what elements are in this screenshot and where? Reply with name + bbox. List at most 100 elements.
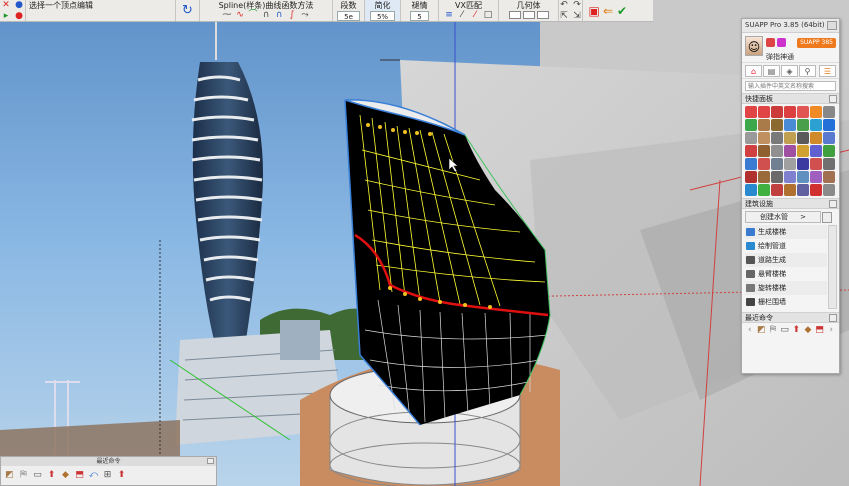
- recent-cmd-4-icon[interactable]: ⬆: [792, 325, 802, 336]
- mini-cmd-3-icon[interactable]: ▭: [32, 470, 43, 481]
- simplify-input[interactable]: 5%: [369, 10, 396, 21]
- geometry-edge-icon[interactable]: [522, 11, 535, 19]
- recent-section-header[interactable]: 最近命令: [742, 312, 839, 323]
- move-vertex-icon[interactable]: ✕: [1, 0, 12, 10]
- quick-tool-17-icon[interactable]: [771, 132, 783, 144]
- shrink-icon[interactable]: ⇲: [572, 11, 583, 21]
- quick-tool-39-icon[interactable]: [784, 171, 796, 183]
- confirm-icon[interactable]: ✔: [617, 5, 628, 17]
- tab-paint-icon[interactable]: ◈: [781, 65, 798, 77]
- tab-layers-icon[interactable]: ▤: [763, 65, 780, 77]
- quick-tool-41-icon[interactable]: [810, 171, 822, 183]
- 3d-viewport[interactable]: [0, 0, 849, 486]
- arch-section-collapse-icon[interactable]: [829, 200, 837, 208]
- quick-tool-32-icon[interactable]: [784, 158, 796, 170]
- quick-tool-5-icon[interactable]: [797, 106, 809, 118]
- quick-tool-34-icon[interactable]: [810, 158, 822, 170]
- list-item[interactable]: 旋转楼梯: [745, 281, 827, 295]
- select-vertex-icon[interactable]: ●: [14, 0, 25, 10]
- list-item[interactable]: 悬臂楼梯: [745, 267, 827, 281]
- quick-tool-42-icon[interactable]: [823, 171, 835, 183]
- quick-tool-25-icon[interactable]: [784, 145, 796, 157]
- category-popout-icon[interactable]: [822, 212, 832, 223]
- pro-button[interactable]: SUAPP 385: [797, 38, 836, 48]
- quick-tool-9-icon[interactable]: [758, 119, 770, 131]
- quick-tool-46-icon[interactable]: [784, 184, 796, 196]
- quick-tool-38-icon[interactable]: [771, 171, 783, 183]
- quick-tool-8-icon[interactable]: [745, 119, 757, 131]
- badge-purple-icon[interactable]: [777, 38, 786, 47]
- recent-cmd-5-icon[interactable]: ◆: [803, 325, 813, 336]
- quick-tool-11-icon[interactable]: [784, 119, 796, 131]
- recent-cmd-2-icon[interactable]: ⛿: [768, 325, 778, 336]
- redo-icon[interactable]: ↷: [572, 0, 583, 10]
- quick-tool-18-icon[interactable]: [784, 132, 796, 144]
- curve-type-3-icon[interactable]: ⌒: [248, 10, 259, 20]
- quick-tool-40-icon[interactable]: [797, 171, 809, 183]
- curve-type-1-icon[interactable]: ⁓: [222, 10, 233, 20]
- quick-panel-header[interactable]: 快捷面板: [742, 93, 839, 104]
- recent-cmd-3-icon[interactable]: ▭: [780, 325, 790, 336]
- quick-tool-29-icon[interactable]: [745, 158, 757, 170]
- recent-cmd-1-icon[interactable]: ◩: [757, 325, 767, 336]
- segments-input[interactable]: 5e: [337, 10, 360, 21]
- quick-tool-33-icon[interactable]: [797, 158, 809, 170]
- chevron-right-icon[interactable]: ›: [826, 325, 836, 336]
- category-select[interactable]: 创建水管 >: [745, 211, 832, 223]
- mini-cmd-4-icon[interactable]: ⬆: [46, 470, 57, 481]
- geometry-face-icon[interactable]: [508, 11, 521, 19]
- quick-tool-37-icon[interactable]: [758, 171, 770, 183]
- undo-icon[interactable]: ↶: [559, 0, 570, 10]
- quick-tool-7-icon[interactable]: [823, 106, 835, 118]
- mini-cmd-9-icon[interactable]: ⬆: [116, 470, 127, 481]
- curve-type-4-icon[interactable]: ∩: [261, 10, 272, 20]
- quick-tool-28-icon[interactable]: [823, 145, 835, 157]
- curve-type-6-icon[interactable]: ∫: [287, 10, 298, 20]
- quick-tool-16-icon[interactable]: [758, 132, 770, 144]
- recent-cmd-6-icon[interactable]: ⬒: [815, 325, 825, 336]
- mini-cmd-7-icon[interactable]: ⤺: [88, 470, 99, 481]
- back-icon[interactable]: ⇐: [603, 5, 614, 17]
- avatar[interactable]: ☺: [745, 36, 763, 56]
- quick-tool-4-icon[interactable]: [784, 106, 796, 118]
- curve-type-5-icon[interactable]: ∩: [274, 10, 285, 20]
- quick-tool-31-icon[interactable]: [771, 158, 783, 170]
- exit-icon[interactable]: ▣: [589, 5, 600, 17]
- align-icon[interactable]: ≡: [444, 10, 455, 20]
- list-item[interactable]: 绘制管道: [745, 239, 827, 253]
- delete-vertex-icon[interactable]: ●: [14, 11, 25, 21]
- mini-cmd-2-icon[interactable]: ⛿: [18, 470, 29, 481]
- search-input[interactable]: 输入插件中英文名称搜索: [745, 81, 836, 91]
- quick-tool-30-icon[interactable]: [758, 158, 770, 170]
- quick-tool-43-icon[interactable]: [745, 184, 757, 196]
- quick-tool-2-icon[interactable]: [758, 106, 770, 118]
- quick-tool-20-icon[interactable]: [810, 132, 822, 144]
- quick-tool-27-icon[interactable]: [810, 145, 822, 157]
- quick-tool-24-icon[interactable]: [771, 145, 783, 157]
- fade-input[interactable]: 5: [410, 10, 429, 21]
- quick-tool-44-icon[interactable]: [758, 184, 770, 196]
- quick-tool-48-icon[interactable]: [810, 184, 822, 196]
- arch-section-header[interactable]: 建筑设施: [742, 198, 839, 209]
- mini-cmd-8-icon[interactable]: ⊞: [102, 470, 113, 481]
- geometry-solid-icon[interactable]: [536, 11, 549, 19]
- mini-cmd-6-icon[interactable]: ⬒: [74, 470, 85, 481]
- refresh-icon[interactable]: ↻: [182, 4, 193, 17]
- chevron-left-icon[interactable]: ‹: [745, 325, 755, 336]
- quick-tool-35-icon[interactable]: [823, 158, 835, 170]
- panel-close-icon[interactable]: [827, 21, 837, 30]
- quick-tool-6-icon[interactable]: [810, 106, 822, 118]
- recent-section-collapse-icon[interactable]: [829, 314, 837, 322]
- quick-tool-23-icon[interactable]: [758, 145, 770, 157]
- quick-tool-19-icon[interactable]: [797, 132, 809, 144]
- expand-icon[interactable]: ⇱: [559, 11, 570, 21]
- tab-home-icon[interactable]: ⌂: [745, 65, 762, 77]
- quick-tool-15-icon[interactable]: [745, 132, 757, 144]
- quick-tool-14-icon[interactable]: [823, 119, 835, 131]
- quick-tool-47-icon[interactable]: [797, 184, 809, 196]
- curve-icon[interactable]: ⁄: [470, 10, 481, 20]
- quick-panel-collapse-icon[interactable]: [829, 95, 837, 103]
- curve-type-2-icon[interactable]: ∿: [235, 10, 246, 20]
- list-item[interactable]: 栅栏围墙: [745, 295, 827, 309]
- list-item[interactable]: 生成楼梯: [745, 225, 827, 239]
